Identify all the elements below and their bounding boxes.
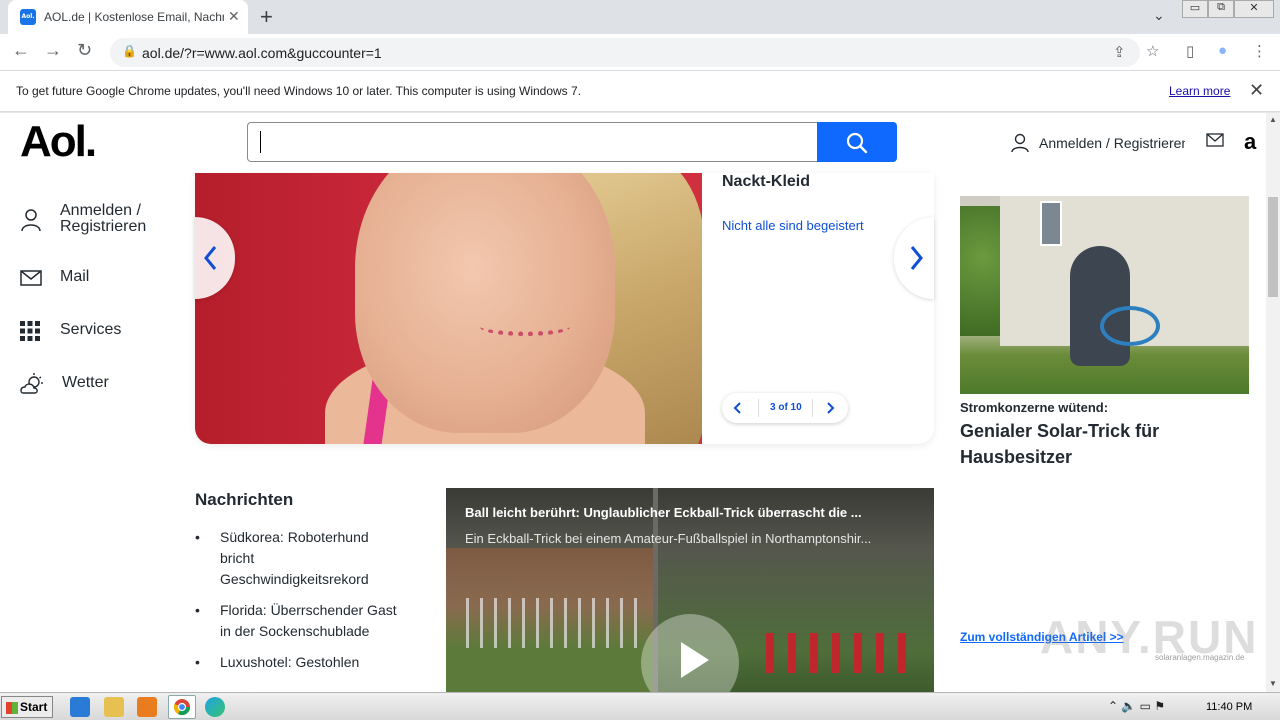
share-icon[interactable]: ⇪: [1113, 43, 1126, 61]
windows-taskbar: Start ⌃ 🔈 ▭ ⚑ 11:40 PM: [0, 692, 1280, 720]
video-description: Ein Eckball-Trick bei einem Amateur-Fußb…: [465, 531, 872, 546]
pager-divider: [758, 399, 759, 417]
bookmark-star-icon[interactable]: ☆: [1146, 42, 1159, 60]
text-cursor: [260, 131, 261, 153]
ad-hose: [1100, 306, 1160, 346]
infobar-message: To get future Google Chrome updates, you…: [16, 84, 582, 98]
infobar-close-icon[interactable]: ✕: [1249, 80, 1264, 101]
scrollbar-thumb[interactable]: [1268, 197, 1278, 297]
aol-header: Aol. Anmelden / Registrieren a: [0, 113, 1266, 173]
mail-icon[interactable]: [1206, 133, 1224, 147]
carousel-title[interactable]: Nackt-Kleid: [722, 173, 810, 191]
profile-icon[interactable]: ●: [1218, 42, 1227, 59]
nav-item-weather[interactable]: Wetter: [20, 373, 109, 400]
scroll-up-icon[interactable]: ▲: [1269, 115, 1277, 124]
side-panel-icon[interactable]: ▯: [1186, 42, 1194, 60]
news-item[interactable]: Florida: Überrschender Gast in der Socke…: [195, 600, 405, 642]
amazon-icon[interactable]: a: [1244, 129, 1256, 155]
scroll-down-icon[interactable]: ▼: [1269, 679, 1277, 688]
tab-title: AOL.de | Kostenlose Email, Nachrichten: [44, 10, 224, 24]
image-necklace: [480, 318, 570, 336]
header-login-link[interactable]: Anmelden / Registrieren: [1039, 135, 1185, 151]
start-button[interactable]: Start: [1, 696, 53, 718]
video-fence: [466, 598, 646, 648]
search-button[interactable]: [817, 122, 897, 162]
system-tray-icons[interactable]: ⌃ 🔈 ▭ ⚑: [1108, 699, 1165, 713]
browser-tab[interactable]: Aol. AOL.de | Kostenlose Email, Nachrich…: [8, 0, 248, 34]
nav-item-mail[interactable]: Mail: [20, 268, 89, 291]
aol-favicon-icon: Aol.: [20, 9, 36, 25]
lock-icon[interactable]: 🔒: [122, 44, 137, 58]
pager-prev-icon[interactable]: [732, 398, 744, 418]
ie-icon[interactable]: [70, 697, 90, 717]
news-list: Südkorea: Roboterhund bricht Geschwindig…: [195, 527, 405, 683]
back-button[interactable]: ←: [12, 40, 30, 61]
video-title[interactable]: Ball leicht berührt: Unglaublicher Eckba…: [465, 505, 920, 520]
user-icon: [21, 209, 41, 232]
weather-icon: [20, 373, 43, 394]
new-tab-button[interactable]: +: [260, 4, 273, 30]
carousel-pager: 3 of 10: [722, 393, 848, 423]
ad-headline[interactable]: Genialer Solar-Trick für Hausbesitzer: [960, 418, 1210, 470]
nav-label-login: Anmelden / Registrieren: [60, 202, 147, 235]
address-bar[interactable]: 🔒 aol.de/?r=www.aol.com&guccounter=1 ⇪: [110, 38, 1140, 67]
image-face: [355, 173, 615, 433]
clock[interactable]: 11:40 PM: [1206, 701, 1252, 713]
tab-close-icon[interactable]: ✕: [228, 8, 240, 25]
mail-icon: [20, 270, 42, 286]
minimize-button[interactable]: ▭: [1182, 0, 1208, 18]
video-players: [766, 633, 906, 673]
video-player[interactable]: Ball leicht berührt: Unglaublicher Eckba…: [446, 488, 934, 692]
news-heading: Nachrichten: [195, 490, 294, 509]
carousel-image[interactable]: [195, 173, 702, 444]
aol-logo[interactable]: Aol.: [20, 117, 97, 167]
browser-toolbar: ← → ↻ 🔒 aol.de/?r=www.aol.com&guccounter…: [0, 34, 1280, 71]
user-icon[interactable]: [1010, 133, 1030, 153]
tab-strip: Aol. AOL.de | Kostenlose Email, Nachrich…: [0, 0, 1280, 34]
ad-trees: [960, 206, 1005, 336]
chrome-icon: [173, 699, 191, 716]
update-infobar: To get future Google Chrome updates, you…: [0, 71, 1280, 112]
carousel-link[interactable]: Nicht alle sind begeistert: [722, 218, 864, 233]
news-item[interactable]: Südkorea: Roboterhund bricht Geschwindig…: [195, 527, 405, 590]
featured-carousel: Nackt-Kleid Nicht alle sind begeistert 3…: [195, 173, 934, 444]
page-scrollbar[interactable]: ▲ ▼: [1266, 113, 1280, 692]
learn-more-link[interactable]: Learn more: [1169, 84, 1230, 98]
explorer-icon[interactable]: [104, 697, 124, 717]
forward-button[interactable]: →: [44, 40, 62, 61]
restore-button[interactable]: ⧉: [1208, 0, 1234, 18]
ad-kicker[interactable]: Stromkonzerne wütend:: [960, 400, 1108, 415]
edge-icon[interactable]: [205, 697, 225, 717]
window-close-button[interactable]: ✕: [1234, 0, 1274, 18]
menu-icon[interactable]: ⋮: [1252, 42, 1267, 60]
tab-search-icon[interactable]: ⌄: [1153, 7, 1165, 24]
reload-button[interactable]: ↻: [77, 40, 92, 61]
pager-text: 3 of 10: [770, 402, 802, 413]
ad-image[interactable]: [960, 196, 1249, 394]
ad-source: solaranlagen.magazin.de: [1155, 653, 1245, 662]
chrome-taskbar-button[interactable]: [168, 695, 196, 719]
url-text[interactable]: aol.de/?r=www.aol.com&guccounter=1: [142, 45, 382, 61]
ad-window: [1040, 201, 1062, 246]
start-label: Start: [20, 700, 48, 714]
search-icon: [846, 132, 868, 154]
nav-label-services: Services: [60, 321, 122, 338]
news-item[interactable]: Luxushotel: Gestohlen: [195, 652, 405, 673]
grid-icon: [20, 321, 40, 341]
chevron-right-icon: [910, 246, 923, 270]
windows-logo-icon: [6, 702, 18, 714]
search-input[interactable]: [247, 122, 818, 162]
media-player-icon[interactable]: [137, 697, 157, 717]
pager-divider: [812, 399, 813, 417]
pager-next-icon[interactable]: [824, 398, 836, 418]
nav-label-weather: Wetter: [62, 374, 109, 391]
nav-item-login[interactable]: Anmelden / Registrieren: [20, 203, 146, 237]
nav-item-services[interactable]: Services: [20, 321, 121, 346]
nav-label-mail: Mail: [60, 268, 90, 285]
chevron-left-icon: [204, 246, 217, 270]
